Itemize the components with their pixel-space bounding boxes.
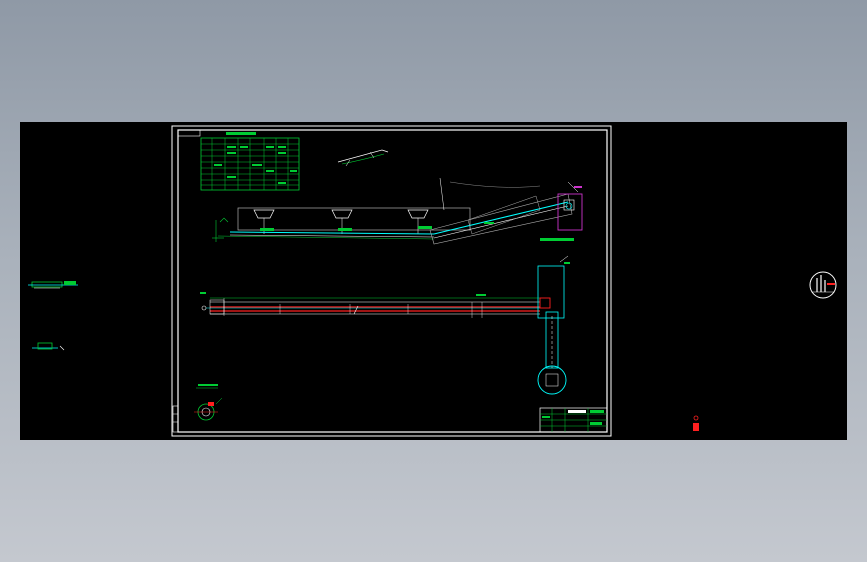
parameter-table[interactable] [200, 132, 300, 191]
stray-object-right[interactable] [693, 415, 699, 431]
detail-view[interactable] [194, 384, 223, 421]
stray-object-left-2[interactable] [32, 342, 65, 351]
cad-model-space[interactable] [20, 122, 847, 440]
stray-object-left-1[interactable] [28, 281, 78, 289]
title-block[interactable] [539, 407, 608, 433]
plan-view[interactable] [200, 255, 570, 395]
north-arrow-icon[interactable] [809, 271, 837, 299]
elevation-view[interactable] [212, 177, 583, 245]
cad-drawing [28, 125, 837, 437]
route-sketch[interactable] [337, 149, 389, 167]
